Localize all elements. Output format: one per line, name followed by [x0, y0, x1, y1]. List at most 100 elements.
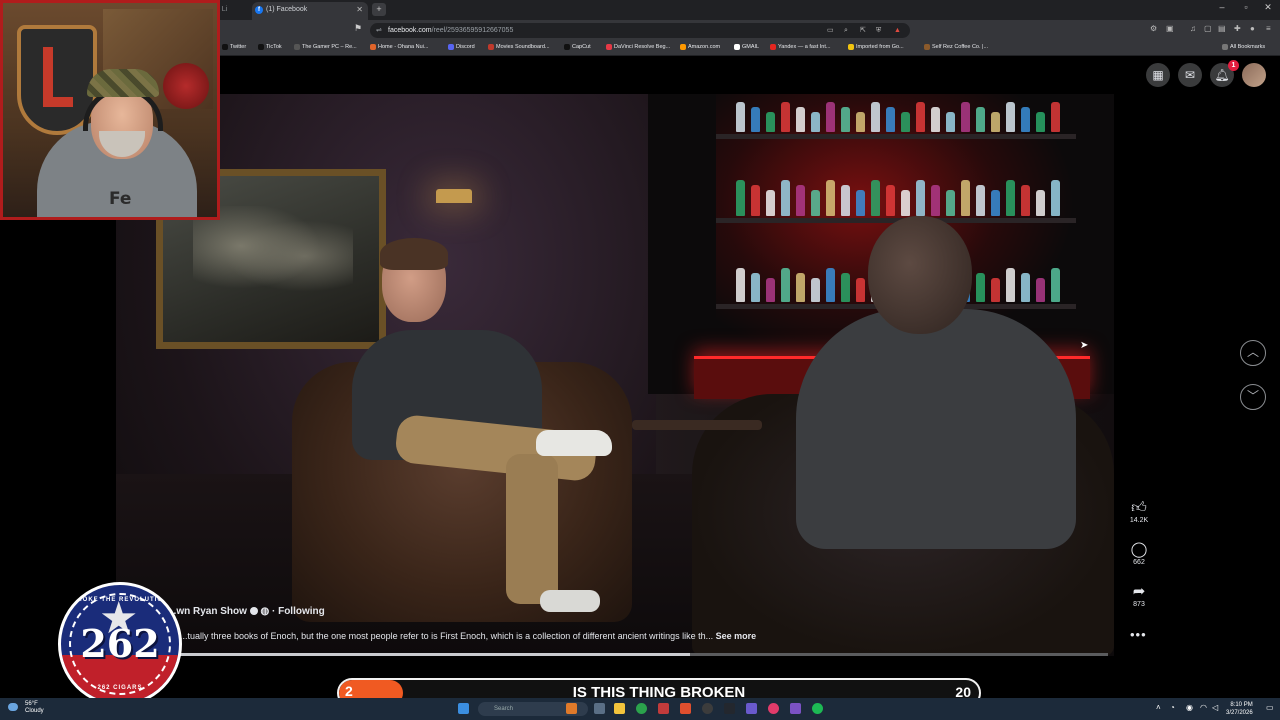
- bookmark-label: Self Rez Coffee Co. |...: [932, 44, 989, 50]
- bookmark-item[interactable]: Discord: [448, 40, 475, 55]
- video-progress-bar[interactable]: [180, 653, 1108, 656]
- bookmark-label: Twitter: [230, 44, 247, 50]
- close-tab-icon[interactable]: ✕: [356, 2, 363, 18]
- reel-video-player[interactable]: ➤: [116, 94, 1114, 656]
- page-name-link[interactable]: ...wn Ryan Show: [168, 606, 247, 617]
- spotify-icon[interactable]: [812, 703, 823, 714]
- caption-text: ...tually three books of Enoch, but the …: [180, 631, 714, 641]
- bookmark-item[interactable]: Twitter: [222, 40, 246, 55]
- app-icon[interactable]: [658, 703, 669, 714]
- verified-badge-icon: [249, 607, 258, 616]
- video-shelf: [716, 134, 1076, 139]
- video-bottle: [1021, 185, 1030, 216]
- video-bottle: [916, 102, 925, 132]
- puzzle-icon[interactable]: ✚: [1234, 24, 1241, 33]
- app-icon[interactable]: [724, 703, 735, 714]
- microphone-icon[interactable]: ◉: [1186, 703, 1193, 712]
- sidepanel-icon[interactable]: ▤: [1218, 24, 1226, 33]
- video-bottle: [961, 180, 970, 216]
- extension-icon[interactable]: ⚙: [1150, 24, 1157, 33]
- shield-icon[interactable]: ⛨: [876, 23, 881, 38]
- comment-icon: ◯: [1130, 541, 1148, 558]
- bookmark-item[interactable]: CapCut: [564, 40, 591, 55]
- bookmark-page-icon[interactable]: ⚑: [354, 23, 362, 34]
- more-options-icon[interactable]: •••: [1130, 627, 1147, 642]
- site-info-icon[interactable]: ⇌: [376, 26, 382, 34]
- see-more-link[interactable]: See more: [716, 631, 757, 641]
- video-lamp: [436, 189, 472, 203]
- share-icon[interactable]: ⇱: [860, 23, 866, 38]
- notification-center-icon[interactable]: ▭: [1266, 703, 1274, 712]
- video-guest-leg: [506, 454, 558, 604]
- bookmark-item[interactable]: Movies Soundboard...: [488, 40, 550, 55]
- file-explorer-icon[interactable]: [614, 703, 625, 714]
- chrome-icon[interactable]: [636, 703, 647, 714]
- bookmark-item[interactable]: The Gamer PC – Re...: [294, 40, 357, 55]
- windows-taskbar: 56°F Cloudy Search ˄ ◔ ◉ ◠ ◁ 8:10 PM 3/27/…: [0, 698, 1280, 720]
- app-icon[interactable]: [702, 703, 713, 714]
- bookmark-item[interactable]: Home - Ohana Nui...: [370, 40, 428, 55]
- tray-app-icon[interactable]: ◔: [1170, 703, 1175, 712]
- wifi-icon[interactable]: ◠: [1200, 703, 1207, 712]
- app-icon[interactable]: [790, 703, 801, 714]
- following-button[interactable]: Following: [278, 606, 325, 617]
- cast-icon[interactable]: ▭: [827, 23, 834, 38]
- tray-chevron-icon[interactable]: ˄: [1156, 703, 1161, 712]
- windows-start-icon[interactable]: [458, 703, 469, 714]
- video-bottle: [1036, 112, 1045, 132]
- video-bottle: [796, 107, 805, 132]
- webcam-wall-emblem: [163, 63, 209, 109]
- extension-icon[interactable]: ▢: [1204, 24, 1212, 33]
- task-view-icon[interactable]: [594, 703, 605, 714]
- mouse-cursor-icon: ➤: [1080, 340, 1089, 351]
- url-omnibox[interactable]: ⇌ facebook.com/reel/25936595912667055 ▭ …: [370, 23, 910, 38]
- url-text: facebook.com/reel/25936595912667055: [388, 23, 513, 38]
- video-bottle: [841, 107, 850, 132]
- notification-badge: 1: [1228, 60, 1239, 71]
- share-action[interactable]: ➦ 873: [1122, 584, 1156, 609]
- bookmark-item[interactable]: DaVinci Resolve Beg...: [606, 40, 670, 55]
- volume-icon[interactable]: ◁: [1212, 703, 1218, 712]
- new-tab-button[interactable]: +: [372, 3, 386, 16]
- comment-action[interactable]: ◯ 662: [1122, 541, 1156, 567]
- like-action[interactable]: 👍︎ 14.2K: [1122, 500, 1156, 525]
- bookmark-item[interactable]: Imported from Go...: [848, 40, 904, 55]
- bookmark-item[interactable]: Self Rez Coffee Co. |...: [924, 40, 988, 55]
- menu-grid-icon[interactable]: ▦: [1146, 63, 1170, 87]
- video-bottle: [766, 112, 775, 132]
- facebook-favicon-icon: f: [255, 6, 263, 14]
- app-icon[interactable]: [566, 703, 577, 714]
- video-bottle: [841, 185, 850, 216]
- profile-icon[interactable]: ●: [1250, 24, 1255, 33]
- next-reel-button[interactable]: ﹀: [1240, 384, 1266, 410]
- taskbar-clock[interactable]: 8:10 PM 3/27/2026: [1226, 701, 1253, 717]
- bookmark-item[interactable]: TicTok: [258, 40, 282, 55]
- zoom-icon[interactable]: ⌕: [844, 23, 848, 38]
- browser-menu-icon[interactable]: ≡: [1266, 24, 1271, 33]
- maximize-window-button[interactable]: ▫: [1236, 2, 1256, 12]
- minimize-window-button[interactable]: –: [1212, 2, 1232, 12]
- app-icon[interactable]: [768, 703, 779, 714]
- browser-tab-facebook[interactable]: f (1) Facebook ✕: [252, 2, 368, 20]
- video-bottle: [991, 278, 1000, 302]
- app-icon[interactable]: [680, 703, 691, 714]
- tab-title: (1) Facebook: [266, 6, 308, 13]
- previous-reel-button[interactable]: ︿: [1240, 340, 1266, 366]
- app-icon[interactable]: [746, 703, 757, 714]
- account-avatar[interactable]: [1242, 63, 1266, 87]
- bookmark-item[interactable]: Yandex — a fast Int...: [770, 40, 830, 55]
- all-bookmarks-label: All Bookmarks: [1230, 44, 1266, 50]
- extension-icon[interactable]: ▣: [1166, 24, 1174, 33]
- video-bottle: [766, 190, 775, 216]
- video-bottle: [976, 185, 985, 216]
- close-window-button[interactable]: ✕: [1258, 2, 1278, 13]
- all-bookmarks-link[interactable]: All Bookmarks: [1222, 40, 1265, 55]
- bookmark-item[interactable]: GMAIL: [734, 40, 759, 55]
- extension-warning-icon[interactable]: ▲: [894, 23, 901, 38]
- media-icon[interactable]: ♫: [1190, 24, 1196, 33]
- video-bottle: [811, 190, 820, 216]
- messenger-icon[interactable]: ✉: [1178, 63, 1202, 87]
- bookmark-item[interactable]: Amazon.com: [680, 40, 720, 55]
- video-bottle: [736, 102, 745, 132]
- video-bottle: [796, 273, 805, 302]
